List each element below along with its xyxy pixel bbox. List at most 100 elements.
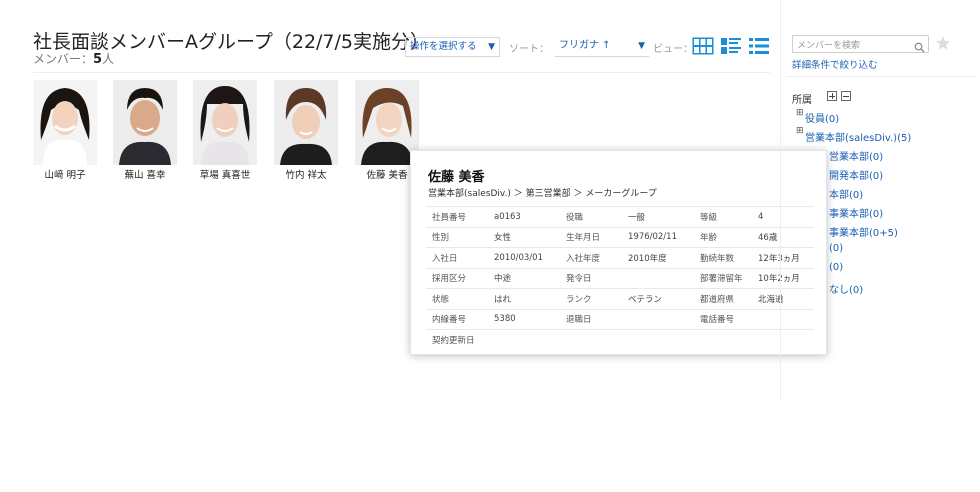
grid-view-button[interactable]	[692, 37, 714, 55]
detail-label	[560, 329, 622, 350]
expand-all-icon[interactable]	[827, 91, 837, 101]
member-count-label: メンバー：	[33, 52, 94, 66]
detail-value: 5380	[488, 308, 560, 330]
detail-label: 入社年度	[560, 247, 622, 268]
member-card[interactable]: 竹内 祥太	[274, 80, 338, 181]
tree-item[interactable]: 開発本部(0)	[829, 167, 883, 182]
detail-row: 内線番号 5380 退職日 電話番号	[426, 308, 814, 330]
star-icon[interactable]	[935, 35, 951, 55]
detail-row: 契約更新日	[426, 329, 814, 350]
tree-item[interactable]: (0)	[829, 262, 843, 273]
popup-detail-table: 社員番号 a0163 役職 一般 等級 4 性別 女性 生年月日 1976/02/11 年齢 46歳入…	[426, 206, 814, 350]
sidebar: メンバーを検索 詳細条件で絞り込む 所属 ⊞ 役員(0) ⊞ 営業本部(sale…	[780, 0, 980, 400]
action-select-label: 操作を選択する	[410, 41, 477, 52]
tree-expand-icon[interactable]: ⊞	[796, 108, 804, 118]
detail-label: ランク	[560, 288, 622, 309]
member-name: 竹内 祥太	[285, 170, 327, 181]
detail-label: 役職	[560, 206, 622, 227]
detail-label: 入社日	[426, 247, 488, 268]
detail-row: 状態 はれ ランク ベテラン 都道府県 北海道	[426, 288, 814, 309]
popup-department-path: 営業本部(salesDiv.) ＞ 第三営業部 ＞ メーカーグループ	[428, 189, 657, 199]
list-view-icon	[749, 38, 769, 54]
detail-label: 社員番号	[426, 206, 488, 227]
detail-value: 一般	[622, 206, 694, 227]
detail-value: ベテラン	[622, 288, 694, 309]
detail-row: 性別 女性 生年月日 1976/02/11 年齢 46歳	[426, 226, 814, 248]
member-photo	[274, 80, 338, 165]
tree-item[interactable]: なし(0)	[829, 281, 863, 296]
sort-select-value: フリガナ ↑	[559, 40, 611, 51]
detail-label	[694, 329, 752, 350]
detail-label: 性別	[426, 226, 488, 248]
tree-item[interactable]: 営業本部(salesDiv.)(5)	[805, 129, 911, 144]
search-icon	[914, 38, 925, 57]
list-view-button[interactable]	[748, 37, 770, 55]
tree-item[interactable]: 役員(0)	[805, 110, 839, 125]
member-search-input[interactable]: メンバーを検索	[792, 35, 929, 53]
detail-label: 契約更新日	[426, 329, 488, 350]
detail-label: 電話番号	[694, 308, 752, 330]
detail-row: 入社日 2010/03/01 入社年度 2010年度 勤続年数 12年3ヵ月	[426, 247, 814, 268]
member-name: 草場 真喜世	[199, 170, 251, 181]
action-select[interactable]: 操作を選択する ▼	[405, 37, 500, 57]
detail-value: 2010/03/01	[488, 247, 560, 268]
member-name: 蕪山 喜幸	[124, 170, 166, 181]
grid-view-icon	[692, 37, 714, 55]
detail-value	[622, 329, 694, 350]
detail-label: 年齢	[694, 226, 752, 248]
detail-label: 生年月日	[560, 226, 622, 248]
detail-value	[488, 329, 560, 350]
detail-label: 都道府県	[694, 288, 752, 309]
detail-value: a0163	[488, 206, 560, 227]
view-label: ビュー：	[653, 44, 693, 55]
member-photo	[193, 80, 257, 165]
member-count-unit: 人	[102, 52, 115, 66]
detail-value	[622, 308, 694, 330]
detail-value: 1976/02/11	[622, 226, 694, 248]
detail-value: はれ	[488, 288, 560, 309]
member-count: メンバー：5人	[33, 50, 114, 67]
detail-value: 女性	[488, 226, 560, 248]
belong-label: 所属	[792, 95, 812, 106]
tree-item[interactable]: 営業本部(0)	[829, 148, 883, 163]
popup-member-name: 佐藤 美香	[428, 170, 485, 185]
detail-label: 発令日	[560, 267, 622, 289]
collapse-all-icon[interactable]	[841, 91, 851, 101]
tree-expand-icon[interactable]: ⊞	[796, 126, 804, 136]
member-detail-popup: 佐藤 美香 営業本部(salesDiv.) ＞ 第三営業部 ＞ メーカーグループ…	[410, 150, 827, 355]
detail-value	[622, 267, 694, 289]
card-view-icon	[721, 38, 741, 54]
detail-label: 退職日	[560, 308, 622, 330]
search-placeholder: メンバーを検索	[797, 41, 861, 51]
dropdown-caret-icon: ▼	[638, 41, 645, 51]
main-panel: 社長面談メンバーAグループ（22/7/5実施分） メンバー：5人 操作を選択する…	[0, 0, 827, 492]
dropdown-caret-icon: ▼	[488, 42, 495, 52]
sidebar-divider	[786, 76, 976, 77]
tree-item[interactable]: 事業本部(0+5)	[829, 224, 898, 239]
detail-label: 等級	[694, 206, 752, 227]
sort-select[interactable]: フリガナ ↑ ▼	[555, 37, 649, 57]
member-count-value: 5	[93, 52, 103, 67]
detail-label: 勤続年数	[694, 247, 752, 268]
detail-value: 中途	[488, 267, 560, 289]
header-divider	[33, 72, 770, 73]
tree-item[interactable]: (0)	[829, 243, 843, 254]
member-card[interactable]: 草場 真喜世	[193, 80, 257, 181]
detail-label: 部署滞留年	[694, 267, 752, 289]
member-photo	[33, 80, 97, 165]
toolbar: 操作を選択する ▼ ソート： フリガナ ↑ ▼ ビュー：	[405, 37, 775, 59]
detail-row: 社員番号 a0163 役職 一般 等級 4	[426, 206, 814, 227]
tree-item[interactable]: 本部(0)	[829, 186, 863, 201]
sort-label: ソート：	[509, 44, 549, 55]
detail-value: 2010年度	[622, 247, 694, 268]
card-view-button[interactable]	[720, 37, 742, 55]
member-photo	[113, 80, 177, 165]
detail-label: 状態	[426, 288, 488, 309]
member-card[interactable]: 蕪山 喜幸	[113, 80, 177, 181]
detail-row: 採用区分 中途 発令日 部署滞留年 10年2ヵ月	[426, 267, 814, 289]
member-card[interactable]: 山﨑 明子	[33, 80, 97, 181]
detail-label: 内線番号	[426, 308, 488, 330]
tree-item[interactable]: 事業本部(0)	[829, 205, 883, 220]
advanced-filter-link[interactable]: 詳細条件で絞り込む	[792, 57, 878, 71]
detail-label: 採用区分	[426, 267, 488, 289]
